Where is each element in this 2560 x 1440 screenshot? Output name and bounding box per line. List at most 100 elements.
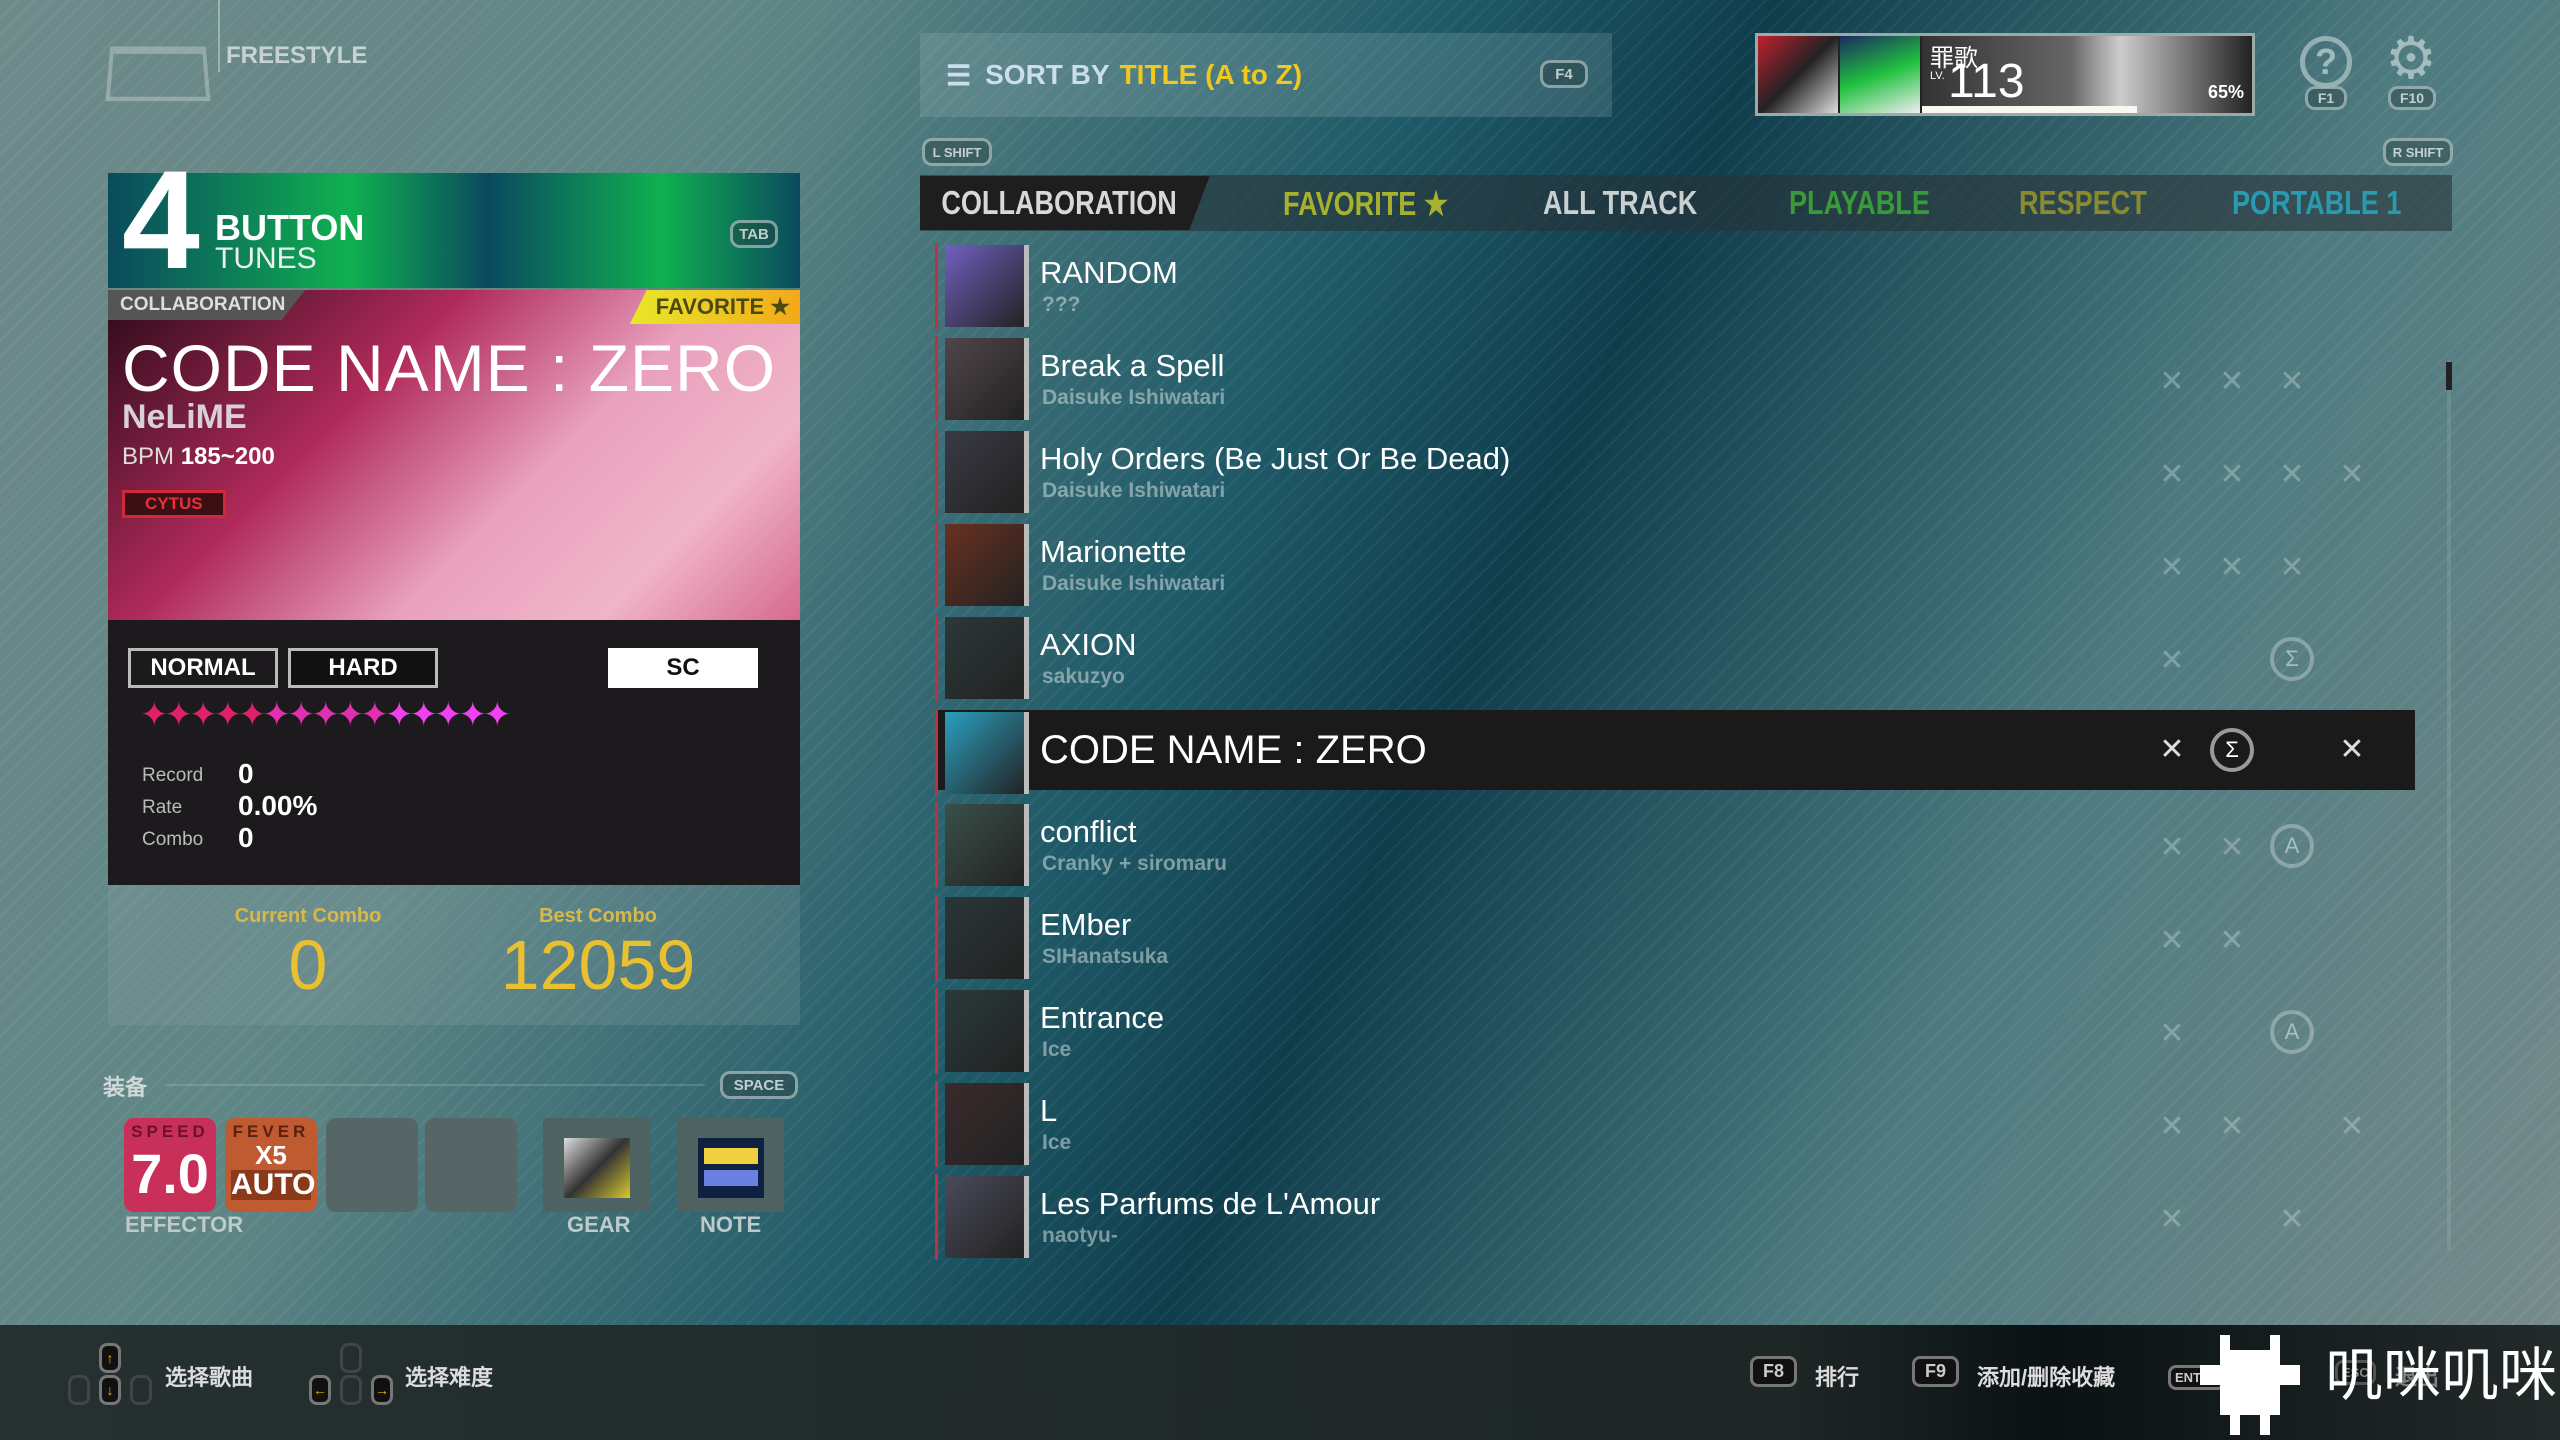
song-title: Les Parfums de L'Amour <box>1040 1186 1381 1221</box>
tab-key-hint[interactable]: TAB <box>730 220 778 248</box>
level-star: ✦ <box>458 696 487 734</box>
tab-collaboration[interactable]: COLLABORATION <box>920 176 1210 230</box>
song-row[interactable]: L Ice ✕ ✕ ✕ <box>935 1081 2415 1167</box>
player-profile[interactable]: 罪歌 LV. 113 65% <box>1755 33 2255 116</box>
level-star: ✦ <box>483 696 511 734</box>
level-star: ✦ <box>213 696 242 734</box>
ranking-hint: 排行 <box>1815 1365 1860 1390</box>
fever-multiplier: X5 <box>255 1140 287 1170</box>
bpm: BPM 185~200 <box>122 443 275 471</box>
watermark-mascot-icon <box>2200 1335 2300 1435</box>
song-row[interactable]: EMber SIHanatsuka ✕ ✕ <box>935 895 2415 981</box>
not-cleared-icon: ✕ <box>2339 1110 2365 1143</box>
difficulty-sc[interactable]: SC <box>608 648 758 688</box>
song-thumbnail <box>945 712 1029 794</box>
tab-playable[interactable]: PLAYABLE <box>1789 184 1930 222</box>
song-thumbnail <box>945 897 1029 979</box>
not-cleared-icon: ✕ <box>2279 1203 2305 1236</box>
combo-label: Combo <box>142 829 204 850</box>
game-logo <box>105 46 211 102</box>
not-cleared-icon: ✕ <box>2159 458 2185 491</box>
not-cleared-icon: ✕ <box>2219 831 2245 864</box>
settings-gear-icon[interactable]: ⚙ <box>2385 30 2437 88</box>
tab-portable-1[interactable]: PORTABLE 1 <box>2232 184 2401 222</box>
song-title: RANDOM <box>1040 255 1178 290</box>
tab-respect[interactable]: RESPECT <box>2019 184 2147 222</box>
sort-button[interactable]: ☰ SORT BY TITLE (A to Z) <box>920 33 1612 117</box>
row-accent <box>935 522 938 608</box>
level-star: ✦ <box>360 696 389 734</box>
menu-icon: ☰ <box>946 59 972 91</box>
help-icon[interactable]: ? <box>2300 36 2352 88</box>
bpm-label: BPM <box>122 443 175 470</box>
down-arrow-key: ↓ <box>99 1375 121 1405</box>
level-star: ✦ <box>385 696 413 734</box>
blank-key <box>340 1375 362 1405</box>
space-key-hint[interactable]: SPACE <box>720 1071 798 1099</box>
song-thumbnail <box>945 524 1029 606</box>
song-row[interactable]: Marionette Daisuke Ishiwatari ✕ ✕ ✕ <box>935 522 2415 608</box>
not-cleared-icon: ✕ <box>2219 924 2245 957</box>
song-thumbnail <box>945 1176 1029 1258</box>
speed-effector[interactable]: SPEED 7.0 <box>124 1118 216 1212</box>
row-accent <box>935 243 938 329</box>
gear-image <box>563 1138 630 1198</box>
level-star: ✦ <box>336 696 364 734</box>
category-badge: COLLABORATION <box>108 290 306 320</box>
tab-all-track[interactable]: ALL TRACK <box>1543 184 1697 222</box>
f4-key-hint[interactable]: F4 <box>1540 60 1588 88</box>
lshift-key-hint[interactable]: L SHIFT <box>922 138 992 166</box>
fever-effector[interactable]: FEVER X5 AUTO <box>225 1118 317 1212</box>
empty-effector-slot[interactable] <box>326 1118 418 1212</box>
song-row[interactable]: Entrance Ice ✕ A <box>935 988 2415 1074</box>
button-mode-banner[interactable] <box>108 173 800 288</box>
song-row[interactable]: Break a Spell Daisuke Ishiwatari ✕ ✕ ✕ <box>935 336 2415 422</box>
song-title: L <box>1040 1093 1058 1128</box>
best-combo-label: Best Combo <box>539 905 657 927</box>
blank-key <box>130 1375 152 1405</box>
fever-label: FEVER <box>232 1122 310 1141</box>
scrollbar[interactable] <box>2447 360 2451 1250</box>
right-arrow-key: → <box>371 1375 393 1405</box>
song-title: AXION <box>1040 627 1137 662</box>
note-label: NOTE <box>700 1212 762 1237</box>
gear-label: GEAR <box>567 1212 631 1237</box>
note-slot[interactable] <box>677 1118 784 1212</box>
song-thumbnail <box>945 1083 1029 1165</box>
row-accent <box>935 895 938 981</box>
level-star: ✦ <box>189 696 217 734</box>
gear-slot[interactable] <box>543 1118 650 1212</box>
song-row[interactable]: RANDOM??? <box>935 243 2415 329</box>
song-row[interactable]: conflict Cranky + siromaru ✕ ✕ A <box>935 802 2415 888</box>
clear-medal-icon: A <box>2270 824 2314 868</box>
level-star: ✦ <box>287 696 315 734</box>
not-cleared-icon: ✕ <box>2219 365 2245 398</box>
button-count: 4 <box>122 141 200 298</box>
rshift-key-hint[interactable]: R SHIFT <box>2383 138 2453 166</box>
scrollbar-thumb[interactable] <box>2446 362 2452 390</box>
song-info-panel: COLLABORATION FAVORITE ★ CODE NAME : ZER… <box>108 290 800 885</box>
f1-key-hint[interactable]: F1 <box>2305 86 2347 110</box>
f9-key[interactable]: F9 <box>1912 1356 1960 1387</box>
series-badge: CYTUS <box>122 490 226 518</box>
difficulty-normal[interactable]: NORMAL <box>128 648 278 688</box>
song-row[interactable]: Holy Orders (Be Just Or Be Dead) Daisuke … <box>935 429 2415 515</box>
max-combo-medal-icon: Σ <box>2210 728 2254 772</box>
tab-favorite[interactable]: FAVORITE ★ <box>1283 184 1448 223</box>
song-row[interactable]: AXION sakuzyo ✕ Σ <box>935 615 2415 701</box>
current-combo-value: 0 <box>288 926 328 1004</box>
f8-key[interactable]: F8 <box>1750 1356 1798 1387</box>
left-arrow-key: ← <box>309 1375 331 1405</box>
not-cleared-icon: ✕ <box>2159 644 2185 677</box>
empty-effector-slot[interactable] <box>425 1118 517 1212</box>
song-thumbnail <box>945 245 1029 327</box>
not-cleared-icon: ✕ <box>2159 1110 2185 1143</box>
mode-label: FREESTYLE <box>226 42 368 69</box>
f10-key-hint[interactable]: F10 <box>2388 86 2436 110</box>
difficulty-hard[interactable]: HARD <box>288 648 438 688</box>
song-row-selected[interactable]: CODE NAME : ZERO ✕ Σ ✕ <box>935 710 2415 796</box>
rate-value: 0.00% <box>238 790 318 821</box>
song-row[interactable]: Les Parfums de L'Amour naotyu- ✕ ✕ <box>935 1174 2415 1260</box>
song-title: Entrance <box>1040 1000 1165 1035</box>
watermark: 叽咪叽咪 <box>2325 1343 2558 1408</box>
